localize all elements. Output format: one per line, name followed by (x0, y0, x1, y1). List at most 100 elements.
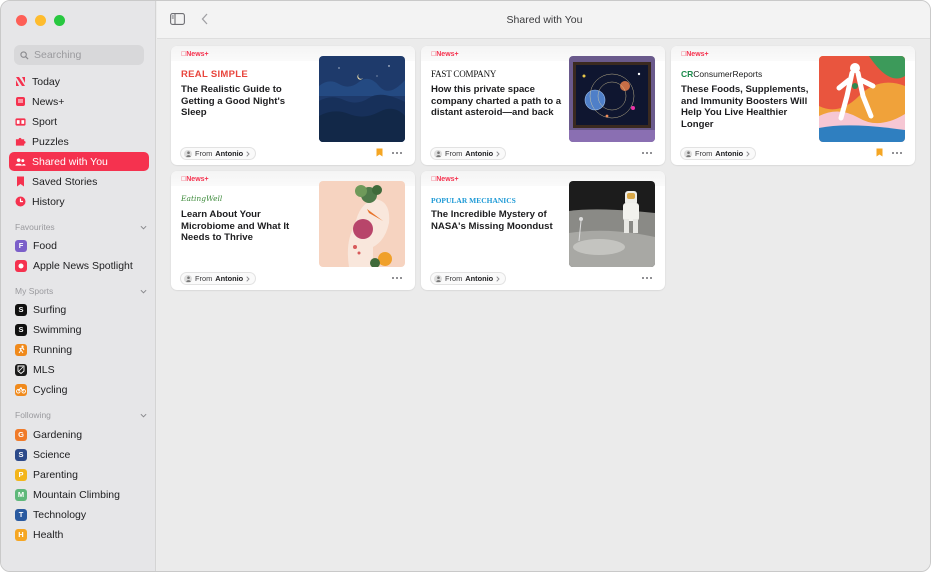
sidebar-item-label: Mountain Climbing (33, 488, 120, 501)
news-plus-icon (15, 96, 26, 107)
from-sender-button[interactable]: From Antonio (180, 272, 257, 285)
sidebar-item-saved-stories[interactable]: Saved Stories (9, 172, 149, 191)
chevron-right-icon (496, 150, 500, 157)
from-sender-button[interactable]: From Antonio (430, 147, 507, 160)
clock-icon (15, 196, 26, 207)
chevron-down-icon[interactable] (140, 412, 147, 419)
news-plus-label: News+ (431, 176, 459, 183)
minimize-window-button[interactable] (35, 15, 46, 26)
more-options-icon[interactable] (891, 150, 903, 156)
channel-badge: P (15, 468, 27, 481)
sidebar-item-surfing[interactable]: S Surfing (9, 300, 149, 319)
sidebar-item-label: Shared with You (32, 155, 108, 168)
bicycle-icon (15, 383, 27, 396)
bookmark-icon[interactable] (876, 148, 883, 157)
section-title: Following (15, 410, 51, 420)
channel-badge: H (15, 528, 27, 541)
story-card[interactable]: News+ REAL SIMPLE The Realistic Guide t… (171, 46, 415, 165)
story-thumbnail[interactable] (319, 56, 405, 142)
sidebar-item-apple-news-spotlight[interactable]: Apple News Spotlight (9, 256, 149, 275)
sidebar-item-label: Today (32, 75, 61, 88)
story-headline[interactable]: These Foods, Supplements, and Immunity B… (681, 84, 813, 130)
chevron-right-icon (246, 275, 250, 282)
story-headline[interactable]: Learn About Your Microbiome and What It … (181, 209, 313, 244)
channel-badge: G (15, 428, 27, 441)
bookmark-icon[interactable] (376, 148, 383, 157)
chevron-down-icon[interactable] (140, 288, 147, 295)
avatar (434, 274, 442, 283)
sidebar-item-sport[interactable]: Sport (9, 112, 149, 131)
avatar (184, 149, 192, 158)
sidebar-item-running[interactable]: Running (9, 340, 149, 359)
search-icon (20, 50, 29, 60)
search-field[interactable] (14, 45, 144, 65)
sidebar-item-label: Technology (33, 508, 87, 521)
sidebar-item-swimming[interactable]: S Swimming (9, 320, 149, 339)
news-plus-label: News+ (181, 176, 209, 183)
page-title: Shared with You (506, 14, 583, 26)
story-card[interactable]: News+ CRConsumerReports These Foods, Su… (671, 46, 915, 165)
scoreboard-icon (15, 116, 26, 127)
story-headline[interactable]: How this private space company charted a… (431, 84, 563, 119)
sidebar-item-health[interactable]: H Health (9, 525, 149, 544)
sidebar-item-history[interactable]: History (9, 192, 149, 211)
zoom-window-button[interactable] (54, 15, 65, 26)
more-options-icon[interactable] (641, 275, 653, 281)
sender-name: Antonio (465, 149, 494, 158)
more-options-icon[interactable] (391, 150, 403, 156)
story-thumbnail[interactable] (819, 56, 905, 142)
sidebar-item-news-plus[interactable]: News+ (9, 92, 149, 111)
channel-badge: S (15, 303, 27, 316)
sidebar-item-mountain-climbing[interactable]: M Mountain Climbing (9, 485, 149, 504)
sidebar-item-science[interactable]: S Science (9, 445, 149, 464)
channel-badge: S (15, 323, 27, 336)
sidebar-item-parenting[interactable]: P Parenting (9, 465, 149, 484)
sidebar-item-food[interactable]: F Food (9, 236, 149, 255)
sidebar-item-label: Food (33, 239, 57, 252)
search-input[interactable] (34, 49, 134, 61)
story-thumbnail[interactable] (569, 56, 655, 142)
my-sports-section-header[interactable]: My Sports (15, 285, 147, 297)
publisher-logo: REAL SIMPLE (181, 69, 248, 80)
sidebar-item-label: Running (33, 343, 73, 356)
publisher-logo: FAST COMPANY (431, 69, 497, 79)
section-title: My Sports (15, 286, 54, 296)
sidebar-item-label: Sport (32, 115, 58, 128)
sidebar-item-shared-with-you[interactable]: Shared with You (9, 152, 149, 171)
sidebar-item-technology[interactable]: T Technology (9, 505, 149, 524)
story-headline[interactable]: The Incredible Mystery of NASA's Missing… (431, 209, 563, 232)
from-prefix: From (445, 149, 463, 158)
runner-icon (15, 343, 27, 356)
story-headline[interactable]: The Realistic Guide to Getting a Good Ni… (181, 84, 313, 119)
sidebar-item-today[interactable]: Today (9, 72, 149, 91)
news-plus-label: News+ (181, 51, 209, 58)
story-card[interactable]: News+ EatingWell Learn About Your Micro… (171, 171, 415, 290)
favourites-section-header[interactable]: Favourites (15, 221, 147, 233)
more-options-icon[interactable] (391, 275, 403, 281)
from-prefix: From (695, 149, 713, 158)
from-sender-button[interactable]: From Antonio (680, 147, 757, 160)
sidebar-item-puzzles[interactable]: Puzzles (9, 132, 149, 151)
sender-name: Antonio (465, 274, 494, 283)
story-card[interactable]: News+ POPULAR MECHANICS The Incredible … (421, 171, 665, 290)
close-window-button[interactable] (16, 15, 27, 26)
sidebar-item-label: Cycling (33, 383, 68, 396)
avatar (684, 149, 692, 158)
more-options-icon[interactable] (641, 150, 653, 156)
chevron-down-icon[interactable] (140, 224, 147, 231)
from-sender-button[interactable]: From Antonio (180, 147, 257, 160)
sidebar-item-label: News+ (32, 95, 65, 108)
avatar (184, 274, 192, 283)
sidebar-item-mls[interactable]: MLS (9, 360, 149, 379)
chevron-right-icon (746, 150, 750, 157)
from-sender-button[interactable]: From Antonio (430, 272, 507, 285)
sidebar-item-gardening[interactable]: G Gardening (9, 425, 149, 444)
from-prefix: From (445, 274, 463, 283)
story-thumbnail[interactable] (569, 181, 655, 267)
sidebar-item-cycling[interactable]: Cycling (9, 380, 149, 399)
story-thumbnail[interactable] (319, 181, 405, 267)
story-card[interactable]: News+ FAST COMPANY How this private spa… (421, 46, 665, 165)
following-section-header[interactable]: Following (15, 409, 147, 421)
section-title: Favourites (15, 222, 55, 232)
chevron-right-icon (496, 275, 500, 282)
